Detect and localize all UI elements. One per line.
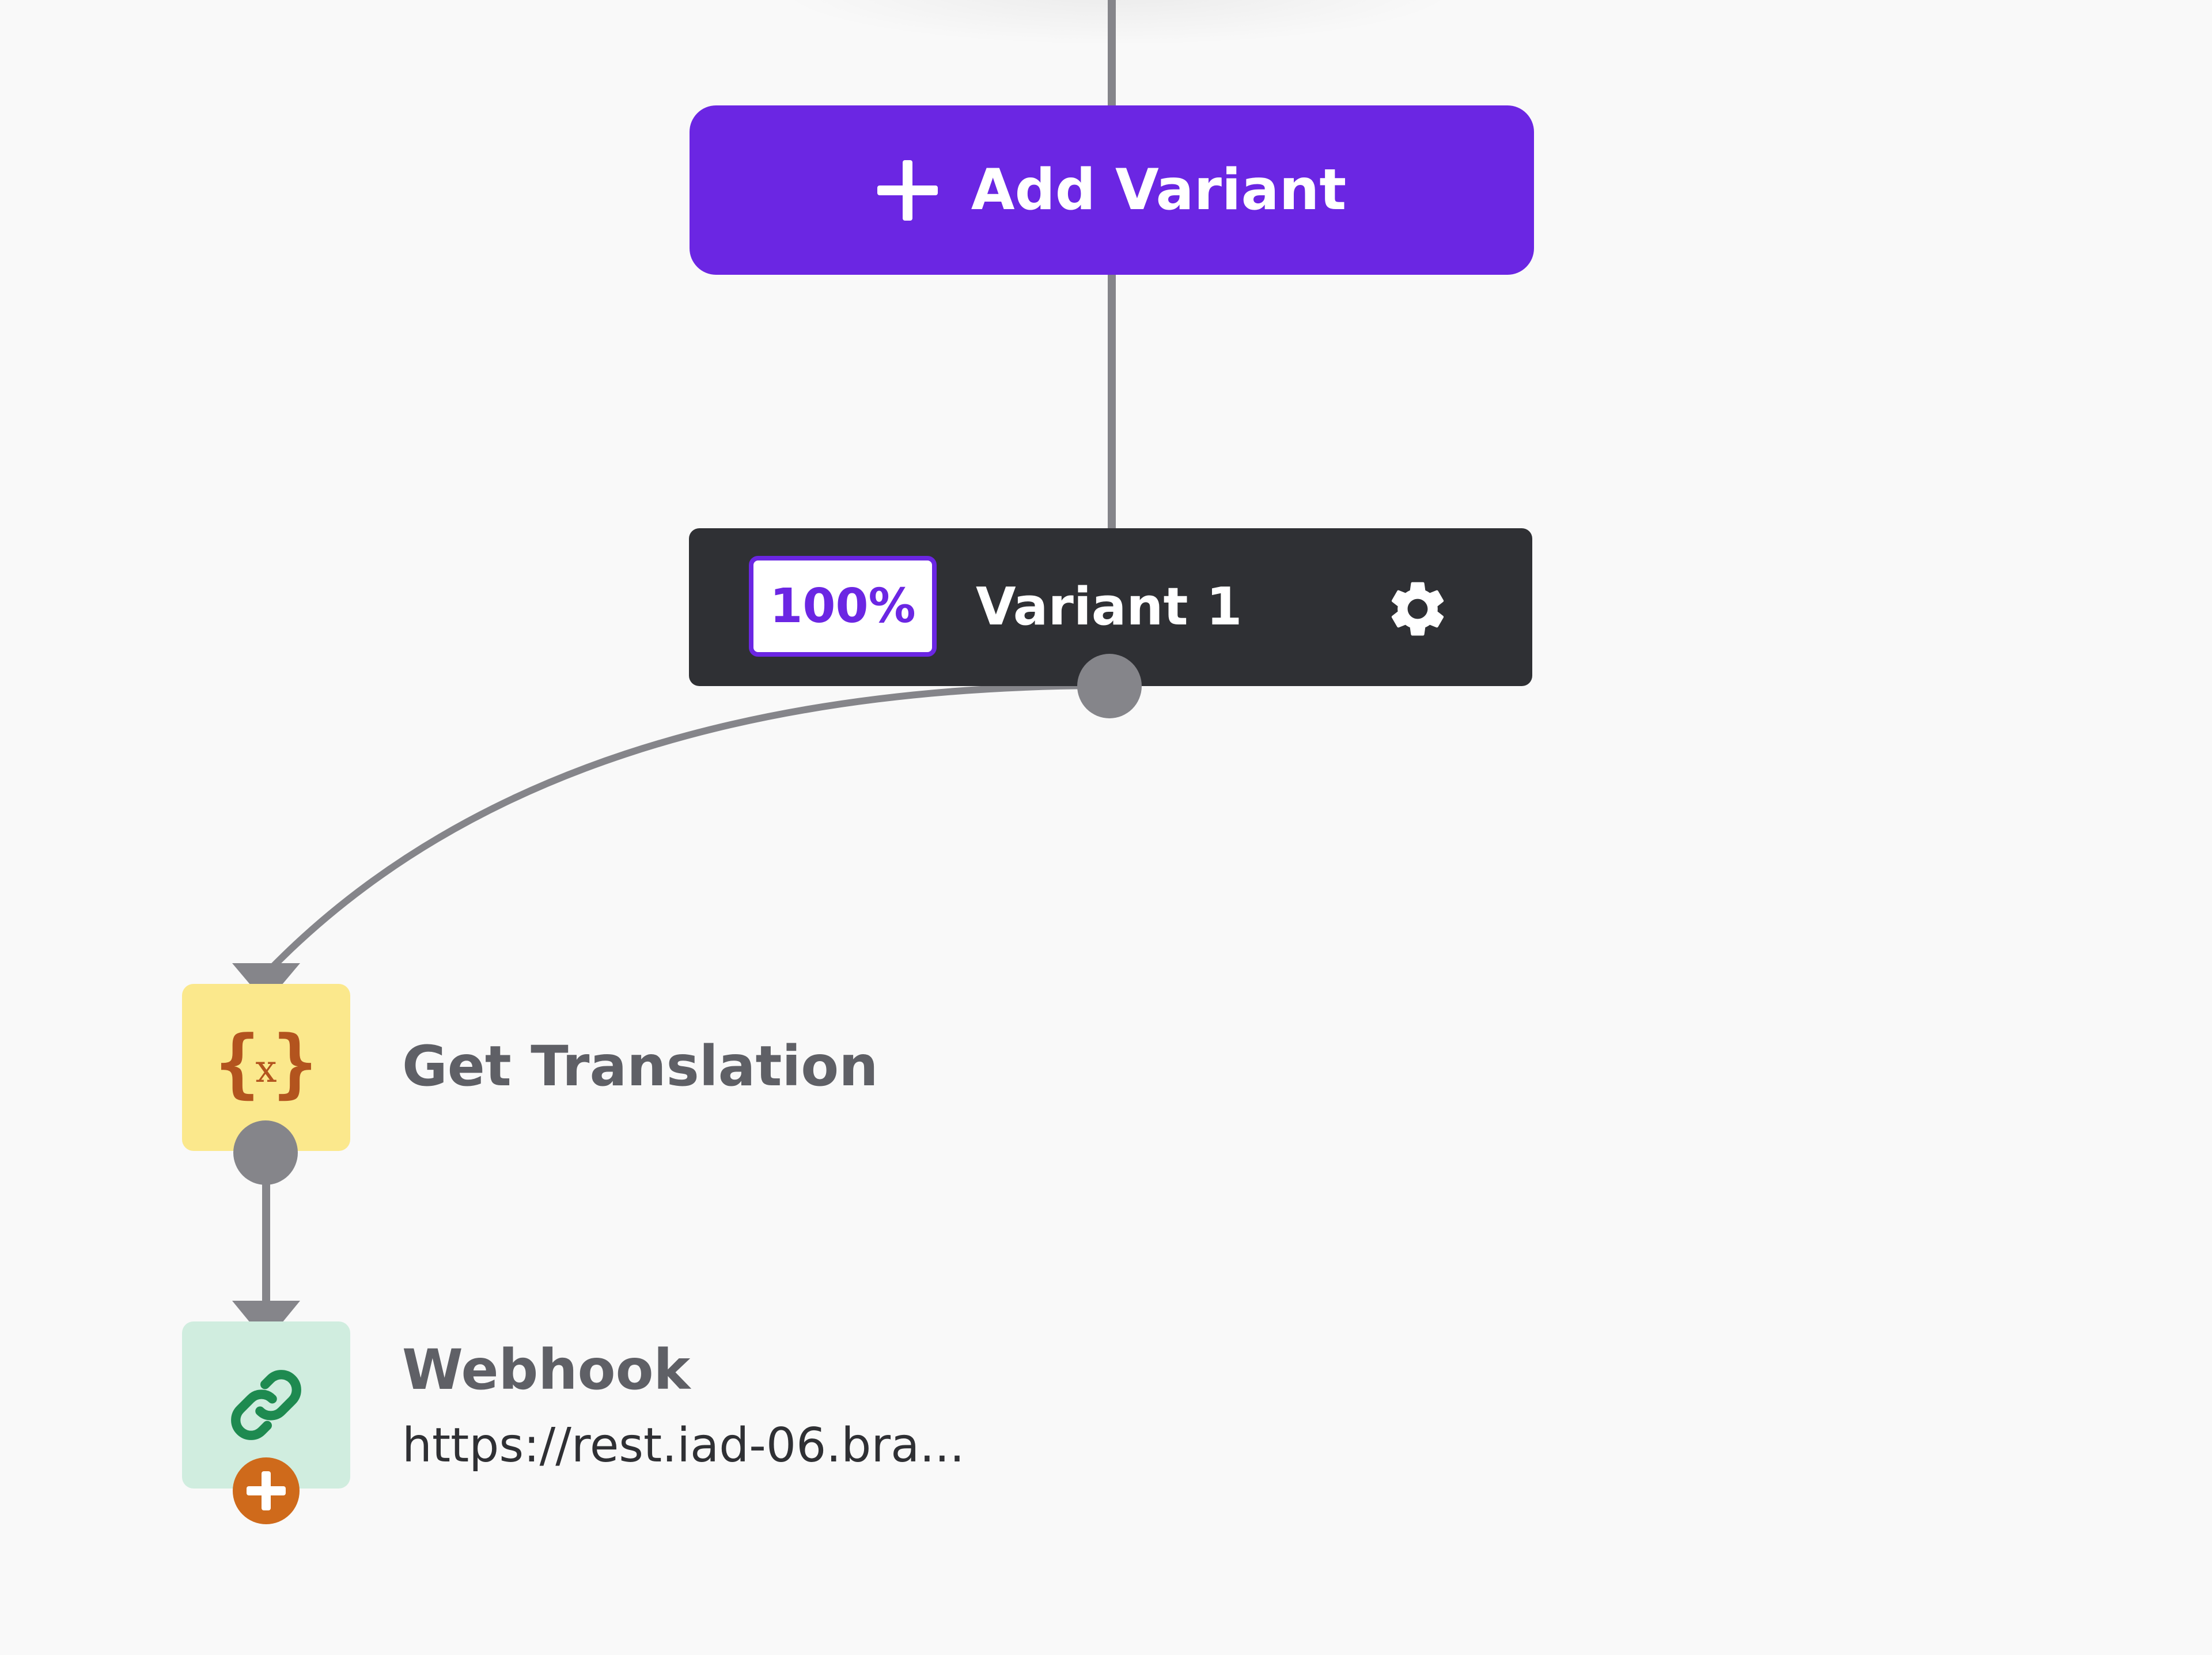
gear-icon[interactable] bbox=[1384, 575, 1451, 642]
add-variant-button[interactable]: Add Variant bbox=[690, 105, 1534, 275]
variant-percentage-badge[interactable]: 100% bbox=[749, 556, 937, 657]
link-icon bbox=[231, 1370, 301, 1440]
flow-canvas[interactable]: Add Variant 100% Variant 1 {x} Get Trans… bbox=[0, 0, 2212, 1655]
edge-variant-to-translation bbox=[263, 682, 1111, 976]
translation-output-port[interactable] bbox=[233, 1120, 298, 1185]
webhook-url: https://rest.iad-06.bra... bbox=[402, 1418, 965, 1473]
variant-output-port[interactable] bbox=[1077, 654, 1142, 718]
get-translation-title[interactable]: Get Translation bbox=[402, 1034, 878, 1099]
add-step-button[interactable] bbox=[233, 1457, 300, 1524]
add-variant-label: Add Variant bbox=[971, 157, 1347, 223]
webhook-title[interactable]: Webhook bbox=[402, 1338, 690, 1402]
svg-text:{: { bbox=[215, 1019, 260, 1107]
plus-icon bbox=[877, 160, 938, 221]
svg-text:}: } bbox=[272, 1019, 317, 1107]
